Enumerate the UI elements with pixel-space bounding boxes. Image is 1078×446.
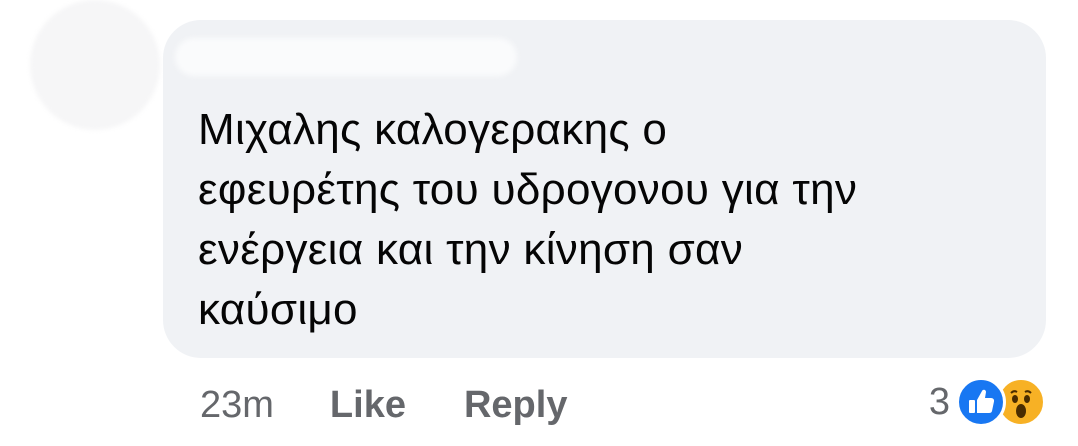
like-button[interactable]: Like (330, 384, 406, 427)
author-name-redacted[interactable] (175, 38, 517, 76)
reply-button[interactable]: Reply (464, 384, 567, 427)
comment-actions: 23m Like Reply (200, 380, 625, 430)
like-icon (956, 377, 1006, 427)
avatar[interactable] (30, 0, 160, 130)
comment-bubble: Μιχαλης καλογερακης ο εφευρέτης του υδρο… (163, 20, 1046, 358)
comment-timestamp[interactable]: 23m (200, 384, 274, 427)
comment-text: Μιχαλης καλογερακης ο εφευρέτης του υδρο… (198, 105, 858, 334)
comment-item: Μιχαλης καλογερακης ο εφευρέτης του υδρο… (0, 0, 1078, 446)
reactions-summary[interactable]: 3 (929, 374, 1046, 430)
reaction-count: 3 (928, 380, 950, 423)
